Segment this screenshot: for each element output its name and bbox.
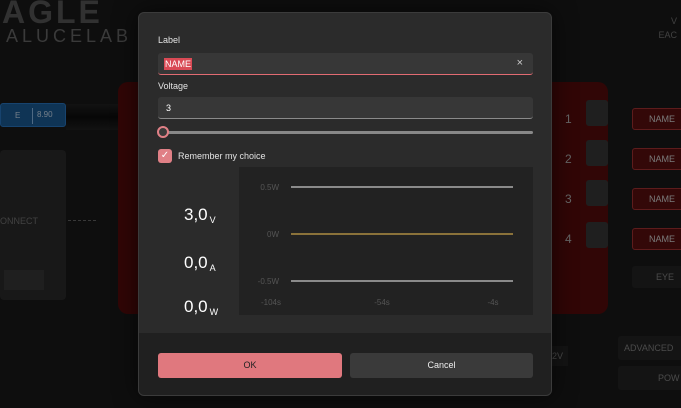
label-input-value[interactable]: NAME <box>164 58 193 70</box>
current-readout-unit: A <box>209 263 216 273</box>
voltage-input-value[interactable]: 3 <box>166 103 171 113</box>
voltage-input[interactable]: 3 <box>158 97 533 119</box>
dialog-footer: OK Cancel <box>139 333 551 395</box>
chart-x-tick-label: -54s <box>374 298 390 307</box>
voltage-readout: 3,0 V <box>184 205 216 225</box>
voltage-readout-unit: V <box>209 215 216 225</box>
voltage-field-title: Voltage <box>158 81 189 91</box>
chart-y-tick-label: 0.5W <box>260 183 279 192</box>
chart-y-tick-label: -0.5W <box>258 277 280 286</box>
power-readout-unit: W <box>209 307 219 317</box>
port-settings-dialog: Label NAME × Voltage 3 ✓ Remember my cho… <box>138 12 552 396</box>
current-readout-value: 0,0 <box>184 253 208 272</box>
power-chart: 0.5W 0W -0.5W -104s -54s -4s <box>239 167 533 315</box>
chart-x-tick-label: -4s <box>487 298 498 307</box>
chart-x-tick-label: -104s <box>261 298 281 307</box>
power-chart-svg: 0.5W 0W -0.5W -104s -54s -4s <box>258 183 513 307</box>
voltage-slider-track[interactable] <box>161 131 533 134</box>
clear-icon[interactable]: × <box>517 57 523 69</box>
chart-y-tick-label: 0W <box>267 230 279 239</box>
label-input[interactable]: NAME × <box>158 53 533 75</box>
voltage-slider-thumb[interactable] <box>157 126 169 138</box>
cancel-button[interactable]: Cancel <box>350 353 533 378</box>
current-readout: 0,0 A <box>184 253 216 273</box>
power-readout: 0,0 W <box>184 297 218 317</box>
readouts-panel: 3,0 V 0,0 A 0,0 W <box>158 167 238 317</box>
voltage-readout-value: 3,0 <box>184 205 208 224</box>
power-readout-value: 0,0 <box>184 297 208 316</box>
remember-checkbox[interactable]: ✓ <box>158 149 172 163</box>
ok-button[interactable]: OK <box>158 353 342 378</box>
label-field-title: Label <box>158 35 181 45</box>
remember-choice-label[interactable]: Remember my choice <box>178 151 266 161</box>
